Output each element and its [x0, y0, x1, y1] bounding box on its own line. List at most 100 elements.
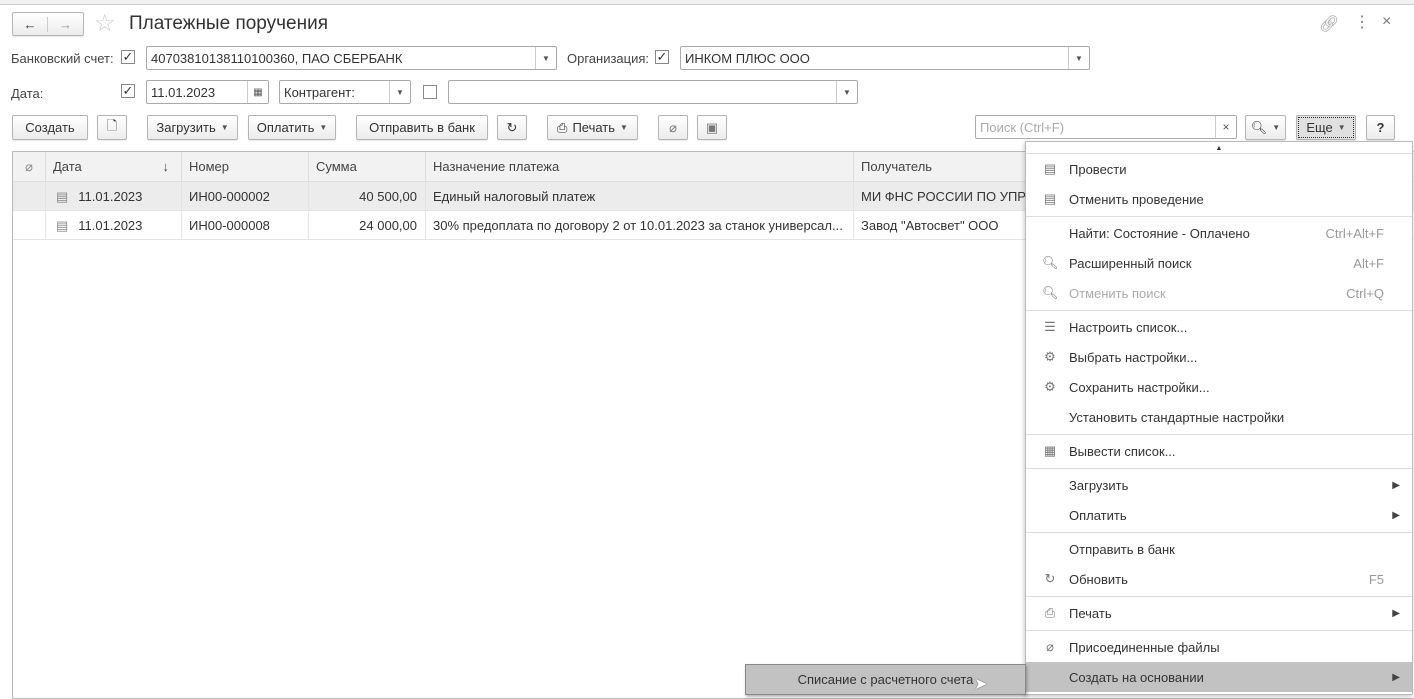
cell-text: 30% предоплата по договору 2 от 10.01.20… [433, 218, 843, 233]
menu-separator [1026, 216, 1412, 217]
pay-button[interactable]: Оплатить ▼ [248, 115, 336, 140]
print-icon: ⎙ [557, 119, 568, 135]
date-field[interactable]: 11.01.2023 ▦ [146, 80, 269, 104]
bank-account-field[interactable]: 40703810138110100360, ПАО СБЕРБАНК ▼ [146, 46, 557, 70]
organization-checkbox[interactable]: ✓ [655, 50, 669, 64]
row-purpose: Единый налоговый платеж [426, 182, 854, 211]
chevron-down-icon[interactable]: ▼ [1068, 47, 1089, 69]
print-button[interactable]: ⎙ Печать ▼ [547, 115, 638, 140]
load-button[interactable]: Загрузить ▼ [147, 115, 238, 140]
column-header-purpose[interactable]: Назначение платежа [426, 152, 854, 182]
menu-item[interactable]: ▤ Провести [1026, 154, 1412, 184]
forward-button[interactable]: → [48, 17, 83, 32]
menu-item[interactable]: Загрузить ▶ [1026, 470, 1412, 500]
refresh-button[interactable]: ↻ [497, 115, 527, 140]
search-icon: 🔍︎ [1250, 119, 1268, 135]
menu-item[interactable]: ⌀ Присоединенные файлы [1026, 632, 1412, 662]
copy-doc-icon: 🗋︎ [106, 117, 118, 133]
search-options-button[interactable]: 🔍︎ ▼ [1245, 115, 1286, 140]
chevron-down-icon[interactable]: ▼ [535, 47, 556, 69]
chevron-down-icon[interactable]: ▼ [836, 81, 857, 103]
column-header-sum[interactable]: Сумма [309, 152, 426, 182]
submenu-arrow-icon: ▶ [1392, 671, 1400, 683]
menu-item[interactable]: ⚙ Выбрать настройки... [1026, 342, 1412, 372]
help-button[interactable]: ? [1366, 115, 1395, 140]
menu-item[interactable]: Отправить в банк [1026, 534, 1412, 564]
menu-item[interactable]: Оплатить ▶ [1026, 500, 1412, 530]
search-placeholder: Поиск (Ctrl+F) [980, 119, 1065, 135]
load-label: Загрузить [156, 120, 216, 135]
bank-account-checkbox[interactable]: ✓ [121, 50, 135, 64]
menu-item-label: Установить стандартные настройки [1069, 409, 1285, 425]
menu-item[interactable]: ▤ Отменить проведение [1026, 184, 1412, 214]
more-button[interactable]: Еще ▼ [1296, 115, 1356, 140]
menu-item[interactable]: ⚙ Сохранить настройки... [1026, 372, 1412, 402]
column-header-date[interactable]: Дата ↓ [46, 152, 182, 182]
menu-separator [1026, 596, 1412, 597]
structure-button[interactable]: ▣ [697, 115, 727, 140]
menu-separator [1026, 532, 1412, 533]
counterparty-type-select[interactable]: Контрагент: ▼ [279, 80, 411, 104]
refresh-icon: ↻ [506, 119, 518, 135]
more-actions-icon[interactable]: ⋮ [1354, 12, 1370, 32]
column-header-number[interactable]: Номер [182, 152, 309, 182]
menu-item-shortcut: Alt+F [1353, 255, 1384, 271]
cell-text: 11.01.2023 [78, 189, 143, 204]
menu-item[interactable]: 🔍︎ Расширенный поиск Alt+F [1026, 248, 1412, 278]
menu-item[interactable]: ☰ Настроить список... [1026, 312, 1412, 342]
create-label: Создать [25, 120, 75, 135]
chevron-down-icon: ▼ [620, 123, 628, 132]
menu-item[interactable]: Установить стандартные настройки [1026, 402, 1412, 432]
menu-item[interactable]: ▦ Вывести список... [1026, 436, 1412, 466]
top-tabs-strip [0, 0, 1414, 5]
menu-item-label: Отправить в банк [1069, 541, 1175, 557]
menu-item-label: Отменить поиск [1069, 285, 1166, 301]
copy-button[interactable]: 🗋︎ [97, 115, 127, 140]
menu-item[interactable]: Создать на основании ▶ [1026, 662, 1412, 692]
list-settings-icon: ☰ [1044, 319, 1056, 334]
menu-item-shortcut: Ctrl+Alt+F [1325, 225, 1384, 241]
row-sum: 24 000,00 [309, 211, 426, 240]
create-button[interactable]: Создать [12, 115, 88, 140]
organization-value: ИНКОМ ПЛЮС ООО [685, 50, 810, 66]
print-label: Печать [572, 120, 616, 135]
attachments-button[interactable]: ⌀ [658, 115, 688, 140]
attachment-column-header[interactable]: ⌀ [13, 152, 46, 182]
menu-item-label: Создать на основании [1069, 669, 1204, 685]
search-input[interactable]: Поиск (Ctrl+F) × [975, 115, 1237, 139]
chevron-down-icon[interactable]: ▼ [389, 81, 410, 103]
menu-item-label: Сохранить настройки... [1069, 379, 1210, 395]
column-label: Назначение платежа [433, 159, 560, 174]
counterparty-checkbox[interactable] [423, 85, 437, 99]
search-icon: 🔍︎ [1042, 255, 1059, 270]
column-label: Дата [53, 159, 82, 174]
submenu-arrow-icon: ▶ [1392, 479, 1400, 491]
clear-search-icon[interactable]: × [1215, 116, 1236, 138]
menu-separator [1026, 468, 1412, 469]
menu-item[interactable]: ⎙ Печать ▶ [1026, 598, 1412, 628]
help-label: ? [1376, 120, 1385, 135]
close-icon[interactable]: × [1382, 13, 1391, 31]
date-checkbox[interactable]: ✓ [121, 84, 135, 98]
calendar-icon[interactable]: ▦ [247, 81, 268, 103]
menu-separator [1026, 630, 1412, 631]
output-list-icon: ▦ [1043, 443, 1057, 458]
send-label: Отправить в банк [369, 120, 475, 135]
menu-item[interactable]: 🔍︎ Отменить поиск Ctrl+Q [1026, 278, 1412, 308]
date-value: 11.01.2023 [151, 84, 216, 100]
organization-field[interactable]: ИНКОМ ПЛЮС ООО ▼ [680, 46, 1090, 70]
column-label: Номер [189, 159, 230, 174]
send-to-bank-button[interactable]: Отправить в банк [356, 115, 488, 140]
menu-item[interactable]: ↻ Обновить F5 [1026, 564, 1412, 594]
back-button[interactable]: ← [13, 16, 49, 32]
link-icon[interactable]: 🔗︎ [1319, 14, 1339, 34]
save-settings-icon: ⚙ [1044, 379, 1056, 394]
scroll-up-icon[interactable]: ▲ [1026, 142, 1412, 154]
submenu-arrow-icon: ▶ [1392, 509, 1400, 521]
favorite-star-icon[interactable]: ☆ [94, 9, 116, 38]
counterparty-field[interactable]: ▼ [448, 80, 858, 104]
posted-doc-icon: ▤ [56, 188, 69, 204]
menu-item[interactable]: Найти: Состояние - Оплачено Ctrl+Alt+F [1026, 218, 1412, 248]
pay-label: Оплатить [256, 120, 315, 135]
create-based-on-submenu-item[interactable]: Списание с расчетного счета ➤ [745, 664, 1026, 695]
